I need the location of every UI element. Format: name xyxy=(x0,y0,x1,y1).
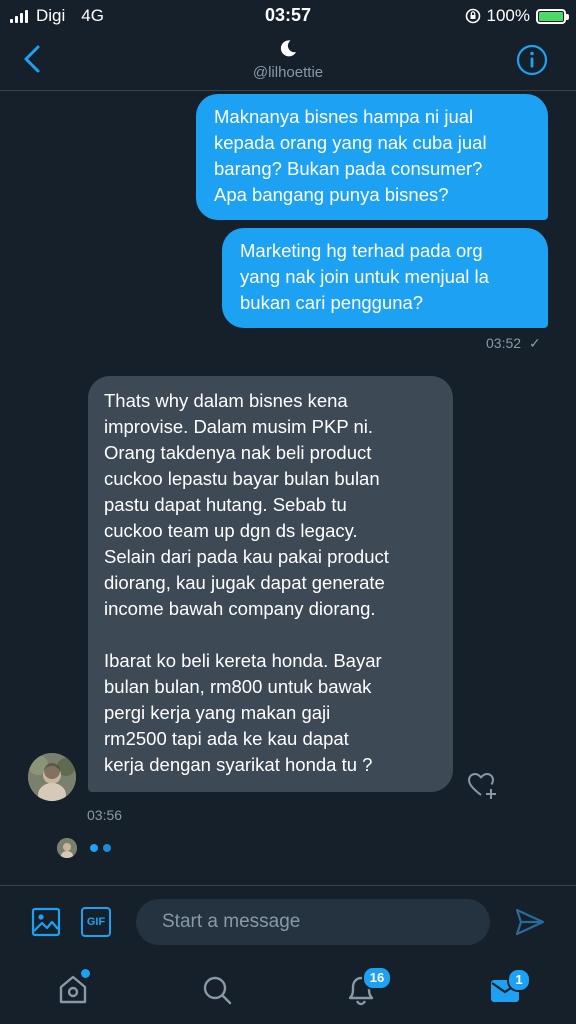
send-icon[interactable] xyxy=(514,906,546,938)
image-icon[interactable] xyxy=(31,907,61,937)
message-line: Selain dari pada kau pakai product xyxy=(104,546,389,567)
message-line: kepada orang yang nak cuba jual xyxy=(214,132,487,153)
tab-search[interactable] xyxy=(201,974,233,1006)
message-line: pastu dapat hutang. Sebab tu xyxy=(104,494,347,515)
conversation-header: @lilhoettie xyxy=(0,32,576,91)
message-input-wrapper xyxy=(136,899,490,945)
message-line: diorang, kau jugak dapat generate xyxy=(104,572,385,593)
sent-message-2[interactable]: Marketing hg terhad pada org yang nak jo… xyxy=(222,228,548,328)
typing-dot xyxy=(90,844,98,852)
messages-badge: 1 xyxy=(507,968,531,992)
typing-avatar xyxy=(57,838,77,858)
message-line: Maknanya bisnes hampa ni jual xyxy=(214,106,474,127)
message-line: cuckoo team up dgn ds legacy. xyxy=(104,520,358,541)
message-line: Apa bangang punya bisnes? xyxy=(214,184,449,205)
message-composer: GIF xyxy=(0,885,576,961)
sent-time: 03:52 xyxy=(486,335,522,351)
gif-label: GIF xyxy=(86,916,106,928)
gif-button[interactable]: GIF xyxy=(81,907,111,937)
message-line: bulan bulan, rm800 untuk bawak xyxy=(104,676,372,697)
sent-message-1[interactable]: Maknanya bisnes hampa ni jual kepada ora… xyxy=(196,94,548,220)
tab-messages[interactable]: 1 xyxy=(489,968,531,1008)
message-line: yang nak join untuk menjual la xyxy=(240,266,489,287)
message-line: Thats why dalam bisnes kena xyxy=(104,390,348,411)
typing-indicator xyxy=(90,844,111,852)
sent-timestamp: 03:52 ✓ xyxy=(486,335,541,352)
home-new-dot xyxy=(81,969,90,978)
orientation-lock-icon xyxy=(465,8,480,24)
user-handle[interactable]: @lilhoettie xyxy=(0,64,576,81)
sent-check-icon: ✓ xyxy=(528,335,541,351)
message-line: pergi kerja yang makan gaji xyxy=(104,702,331,723)
message-line: Ibarat ko beli kereta honda. Bayar xyxy=(104,650,382,671)
moon-icon xyxy=(280,40,296,57)
status-bar: Digi 4G 03:57 100% xyxy=(0,0,576,32)
battery-icon xyxy=(536,8,569,24)
tab-bar: 16 1 xyxy=(0,960,576,1024)
message-line: income bawah company diorang. xyxy=(104,598,376,619)
typing-avatar-photo xyxy=(57,838,77,858)
like-message-icon[interactable] xyxy=(466,770,498,800)
typing-dot xyxy=(103,844,111,852)
tab-home[interactable] xyxy=(56,969,90,1006)
notifications-badge: 16 xyxy=(362,966,392,990)
received-timestamp: 03:56 xyxy=(87,807,123,823)
message-line: rm2500 tapi ada ke kau dapat xyxy=(104,728,349,749)
tab-notifications[interactable]: 16 xyxy=(344,966,392,1006)
received-message[interactable]: Thats why dalam bisnes kena improvise. D… xyxy=(88,376,453,792)
message-line: cuckoo lepastu bayar bulan bulan xyxy=(104,468,380,489)
message-input[interactable] xyxy=(160,910,474,934)
message-line: barang? Bukan pada consumer? xyxy=(214,158,483,179)
message-line: improvise. Dalam musim PKP ni. xyxy=(104,416,374,437)
status-right: 100% xyxy=(465,6,569,26)
message-line: Orang takdenya nak beli product xyxy=(104,442,372,463)
message-line: bukan cari pengguna? xyxy=(240,292,424,313)
sender-avatar[interactable] xyxy=(28,753,76,801)
battery-percent: 100% xyxy=(486,6,530,25)
message-line: kerja dengan syarikat honda tu ? xyxy=(104,754,373,775)
info-button[interactable] xyxy=(516,44,548,76)
avatar-photo xyxy=(28,753,76,801)
message-line: Marketing hg terhad pada org xyxy=(240,240,483,261)
